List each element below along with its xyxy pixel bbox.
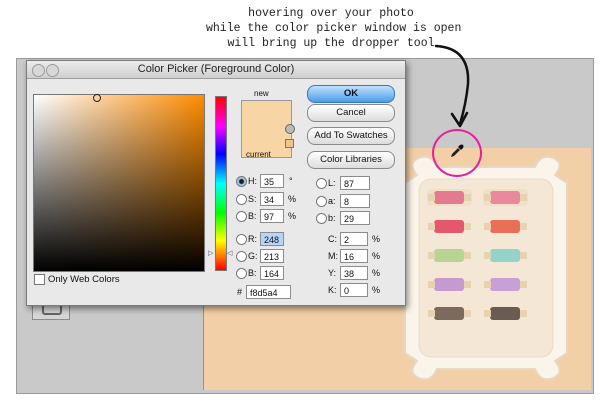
dialog-title: Color Picker (Foreground Color) xyxy=(137,63,295,75)
s-field[interactable]: 34 xyxy=(260,192,284,206)
b-label: B: xyxy=(248,211,257,221)
add-to-swatches-button[interactable]: Add To Swatches xyxy=(307,127,395,145)
h-field[interactable]: 35 xyxy=(260,174,284,188)
eyedropper-icon xyxy=(451,144,464,157)
hue-slider-right-arrow[interactable]: ◁ xyxy=(227,249,232,257)
c-unit: % xyxy=(372,234,381,244)
c-label: C: xyxy=(328,234,337,244)
l-radio[interactable] xyxy=(316,178,327,189)
hex-field[interactable]: f8d5a4 xyxy=(246,285,291,299)
blue-label: B: xyxy=(248,268,257,278)
cancel-button[interactable]: Cancel xyxy=(307,104,395,122)
h-label: H: xyxy=(248,176,257,186)
g-label: G: xyxy=(248,251,258,261)
new-label: new xyxy=(254,89,269,98)
g-field[interactable]: 213 xyxy=(260,249,284,263)
a-field[interactable]: 8 xyxy=(340,194,370,208)
b-radio[interactable] xyxy=(236,211,247,222)
b-unit: % xyxy=(288,211,297,221)
s-unit: % xyxy=(288,194,297,204)
g-radio[interactable] xyxy=(236,251,247,262)
lab-b-label: b: xyxy=(328,213,336,223)
k-label: K: xyxy=(328,285,337,295)
minimize-button[interactable] xyxy=(46,64,59,77)
y-unit: % xyxy=(372,268,381,278)
dialog-titlebar[interactable]: Color Picker (Foreground Color) xyxy=(27,61,405,79)
lab-b-radio[interactable] xyxy=(316,213,327,224)
b-field[interactable]: 97 xyxy=(260,209,284,223)
warning-icon[interactable] xyxy=(285,124,295,134)
c-field[interactable]: 2 xyxy=(340,232,368,246)
m-label: M: xyxy=(328,251,338,261)
y-field[interactable]: 38 xyxy=(340,266,368,280)
m-field[interactable]: 16 xyxy=(340,249,368,263)
blue-field[interactable]: 164 xyxy=(260,266,284,280)
only-web-colors-label: Only Web Colors xyxy=(48,274,120,285)
m-unit: % xyxy=(372,251,381,261)
k-field[interactable]: 0 xyxy=(340,283,368,297)
blue-radio[interactable] xyxy=(236,268,247,279)
lab-b-field[interactable]: 29 xyxy=(340,211,370,225)
color-picker-dialog: Color Picker (Foreground Color) ▷ ◁ new … xyxy=(26,60,406,306)
r-radio[interactable] xyxy=(236,234,247,245)
hex-label: # xyxy=(237,287,243,297)
s-label: S: xyxy=(248,194,257,204)
color-field-marker[interactable] xyxy=(93,94,101,102)
a-label: a: xyxy=(328,196,336,206)
r-label: R: xyxy=(248,234,257,244)
l-field[interactable]: 87 xyxy=(340,176,370,190)
ok-button[interactable]: OK xyxy=(307,85,395,103)
color-libraries-button[interactable]: Color Libraries xyxy=(307,151,395,169)
hue-slider[interactable] xyxy=(215,96,227,271)
hue-slider-left-arrow[interactable]: ▷ xyxy=(208,249,213,257)
l-label: L: xyxy=(328,178,336,188)
r-field[interactable]: 248 xyxy=(260,232,284,246)
y-label: Y: xyxy=(328,268,337,278)
k-unit: % xyxy=(372,285,381,295)
close-button[interactable] xyxy=(32,64,45,77)
h-unit: ° xyxy=(289,176,293,186)
only-web-colors-checkbox[interactable] xyxy=(34,274,45,285)
cube-icon[interactable] xyxy=(285,139,294,148)
s-radio[interactable] xyxy=(236,194,247,205)
h-radio[interactable] xyxy=(236,176,247,187)
color-field[interactable] xyxy=(33,94,205,272)
current-label: current xyxy=(246,150,271,159)
a-radio[interactable] xyxy=(316,196,327,207)
